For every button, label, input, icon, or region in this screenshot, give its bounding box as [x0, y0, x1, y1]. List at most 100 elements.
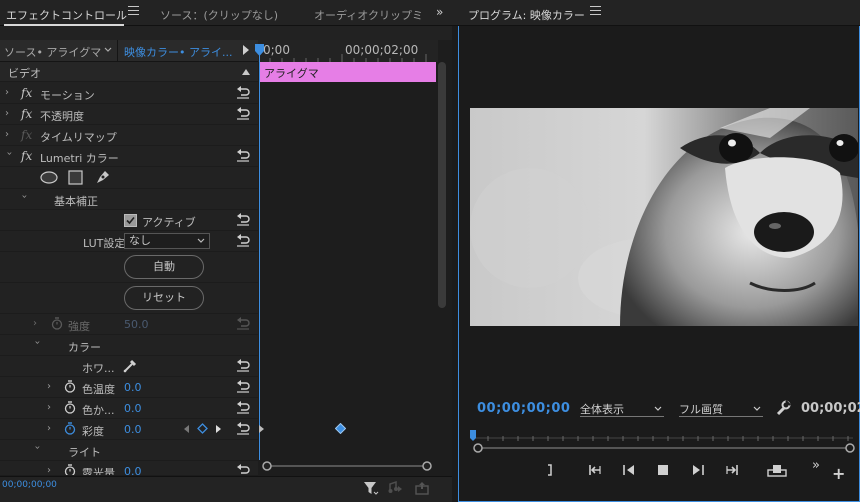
collapse-chevron-icon[interactable]: ›	[4, 152, 15, 160]
playhead-handle[interactable]	[255, 44, 264, 56]
play-only-icon[interactable]	[243, 45, 249, 55]
section-color[interactable]: › カラー	[0, 335, 258, 356]
vertical-scrollbar[interactable]	[438, 62, 446, 308]
pen-mask-icon[interactable]	[95, 169, 111, 185]
wrench-settings-icon[interactable]	[775, 400, 791, 416]
collapse-chevron-icon[interactable]: ›	[19, 195, 30, 203]
program-menu-icon[interactable]	[590, 6, 601, 16]
program-video-frame[interactable]	[470, 108, 858, 326]
reset-icon[interactable]	[236, 149, 250, 162]
expand-chevron-icon[interactable]: ›	[5, 109, 13, 119]
reset-icon[interactable]	[236, 213, 250, 226]
expand-chevron-icon[interactable]: ›	[5, 88, 13, 98]
motion-label: モーション	[40, 89, 95, 102]
effect-timeline[interactable]	[258, 40, 452, 476]
tint-value[interactable]: 0.0	[124, 402, 142, 415]
expand-chevron-icon[interactable]: ›	[5, 130, 13, 140]
step-back-icon[interactable]	[621, 462, 637, 478]
program-time-ruler[interactable]	[468, 428, 858, 456]
stopwatch-icon[interactable]	[64, 380, 76, 393]
go-to-out-icon[interactable]	[724, 462, 740, 478]
stopwatch-active-icon[interactable]	[64, 422, 76, 435]
reset-icon[interactable]	[236, 107, 250, 120]
exposure-value[interactable]: 0.0	[124, 465, 142, 475]
fx-icon[interactable]: fx	[21, 149, 32, 163]
go-to-in-icon[interactable]	[587, 462, 603, 478]
chevron-down-icon	[654, 406, 662, 411]
filter-icon[interactable]	[363, 480, 379, 496]
panel-menu-icon[interactable]	[128, 6, 139, 16]
mark-out-icon[interactable]	[542, 462, 558, 478]
reset-icon[interactable]	[236, 380, 250, 393]
saturation-label: 彩度	[82, 425, 104, 438]
sequence-clip-label[interactable]: 映像カラー• アライ...	[124, 44, 232, 60]
time-ruler[interactable]: 0;00 00;00;02;00	[258, 40, 438, 62]
reset-icon[interactable]	[236, 401, 250, 414]
section-light[interactable]: › ライト	[0, 440, 258, 461]
checkbox-checked-icon[interactable]	[124, 214, 137, 227]
collapse-chevron-icon[interactable]: ›	[32, 446, 43, 454]
rectangle-mask-icon[interactable]	[68, 170, 83, 185]
tab-audio-clip-mixer[interactable]: オーディオクリップミ	[314, 7, 423, 23]
reset-icon[interactable]	[236, 464, 250, 476]
expand-chevron-icon[interactable]: ›	[47, 403, 55, 413]
effect-row-time-remap[interactable]: › fx タイムリマップ	[0, 125, 258, 146]
effect-row-opacity[interactable]: › fx 不透明度	[0, 104, 258, 125]
step-forward-icon[interactable]	[690, 462, 706, 478]
stop-icon[interactable]	[655, 462, 671, 478]
clip-bar[interactable]: アライグマ	[260, 62, 436, 82]
fx-icon: fx	[21, 128, 33, 142]
temperature-value[interactable]: 0.0	[124, 381, 142, 394]
eyedropper-icon[interactable]	[123, 359, 137, 373]
next-keyframe-icon[interactable]	[215, 424, 222, 434]
source-clip-label[interactable]: ソース• アライグマ	[4, 44, 101, 60]
effect-row-lumetri[interactable]: › fx Lumetri カラー	[0, 146, 258, 167]
reset-icon[interactable]	[236, 422, 250, 435]
fx-icon[interactable]: fx	[21, 107, 32, 121]
playhead[interactable]	[259, 45, 260, 460]
chevron-down-icon[interactable]	[104, 46, 112, 54]
keyframe-diamond-icon[interactable]	[335, 423, 346, 434]
reset-button[interactable]: リセット	[124, 286, 204, 310]
expand-chevron-icon[interactable]: ›	[47, 466, 55, 476]
section-basic-correction[interactable]: › 基本補正	[0, 189, 258, 210]
expand-chevron-icon[interactable]: ›	[47, 424, 55, 434]
playback-quality-dropdown[interactable]: フル画質	[679, 401, 763, 417]
active-label: アクティブ	[142, 216, 196, 229]
effect-row-motion[interactable]: › fx モーション	[0, 83, 258, 104]
active-row[interactable]: アクティブ	[0, 210, 258, 231]
keyframe-nav-icon[interactable]	[258, 424, 266, 434]
program-current-timecode[interactable]: 00;00;00;00	[477, 401, 570, 416]
tab-source[interactable]: ソース：(クリップなし)	[160, 7, 278, 23]
fx-icon[interactable]: fx	[21, 86, 32, 100]
footer-timecode[interactable]: 00;00;00;00	[2, 480, 57, 490]
stopwatch-icon[interactable]	[64, 401, 76, 414]
saturation-value[interactable]: 0.0	[124, 423, 142, 436]
prev-keyframe-icon[interactable]	[183, 424, 190, 434]
insert-overwrite-icon[interactable]	[767, 462, 787, 478]
tint-label: 色か...	[82, 404, 115, 417]
reset-icon[interactable]	[236, 234, 250, 247]
zoom-level-dropdown[interactable]: 全体表示	[580, 401, 664, 417]
stopwatch-icon[interactable]	[64, 464, 76, 476]
add-keyframe-icon[interactable]	[197, 423, 208, 434]
video-section-header[interactable]: ビデオ	[0, 62, 258, 82]
button-editor-plus-icon[interactable]: +	[832, 464, 845, 483]
tab-effect-controls[interactable]: エフェクトコントロール	[6, 7, 127, 23]
tab-program[interactable]: プログラム: 映像カラー	[468, 7, 585, 23]
reset-button-row: リセット	[0, 283, 258, 314]
collapse-chevron-icon[interactable]: ›	[32, 341, 43, 349]
expand-chevron-icon[interactable]: ›	[47, 382, 55, 392]
ellipse-mask-icon[interactable]	[40, 171, 58, 184]
auto-button[interactable]: 自動	[124, 255, 204, 279]
horizontal-zoom-scrollbar[interactable]	[262, 461, 432, 471]
overflow-tabs-icon[interactable]: »	[436, 5, 443, 19]
time-remap-label: タイムリマップ	[40, 131, 117, 144]
collapse-up-icon[interactable]	[242, 68, 250, 75]
white-balance-label: ホワ...	[82, 362, 115, 375]
reset-icon[interactable]	[236, 86, 250, 99]
lut-dropdown[interactable]: なし	[124, 233, 210, 249]
lut-row: LUT設定 なし	[0, 231, 258, 252]
reset-icon[interactable]	[236, 359, 250, 372]
more-controls-icon[interactable]: »	[812, 458, 820, 473]
